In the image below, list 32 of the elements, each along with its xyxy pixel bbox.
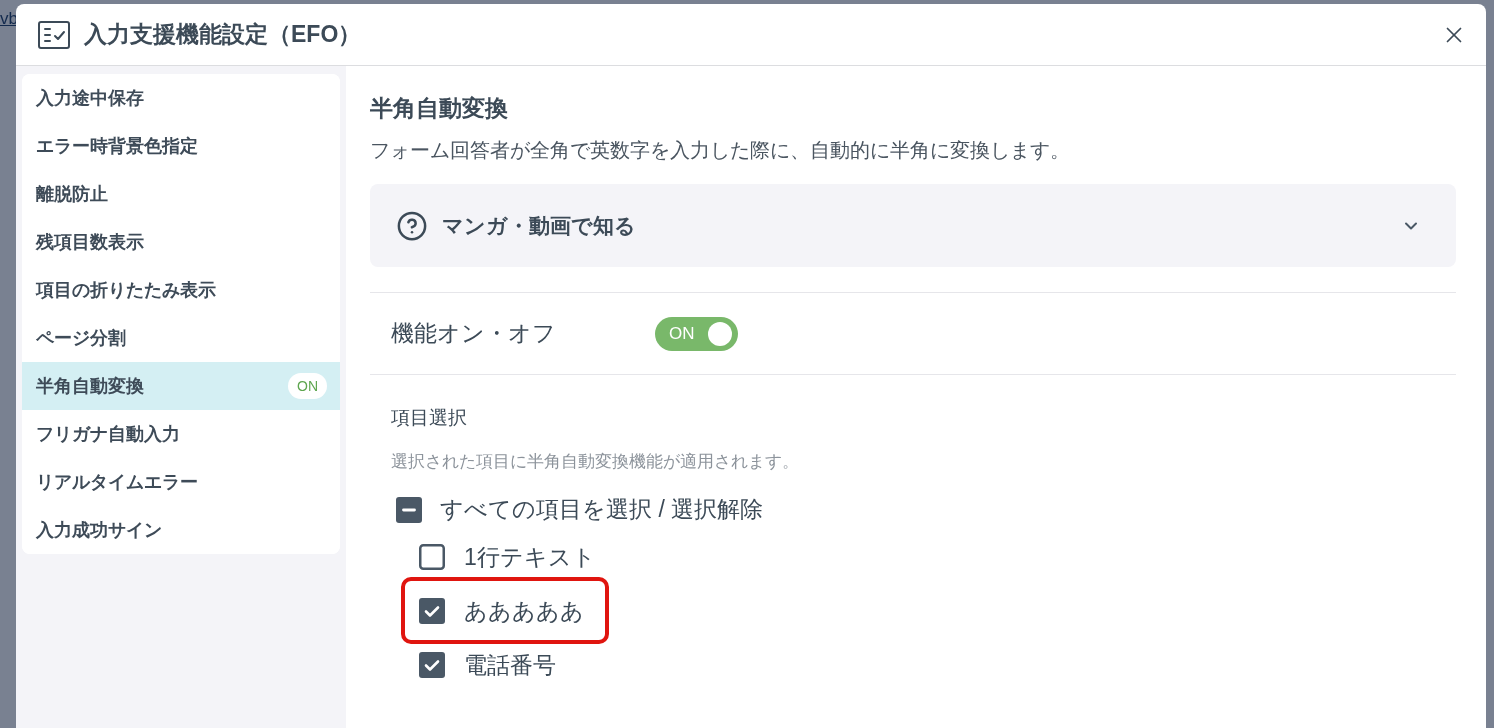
- section-hint: 選択された項目に半角自動変換機能が適用されます。: [391, 451, 800, 473]
- checkbox[interactable]: [419, 544, 445, 570]
- sidebar-item-label: 半角自動変換: [36, 374, 144, 398]
- feature-title: 半角自動変換: [370, 94, 509, 123]
- checkbox-label: あああああ: [464, 596, 584, 626]
- section-title: 項目選択: [391, 406, 468, 430]
- checkbox-label: すべての項目を選択 / 選択解除: [440, 495, 764, 525]
- sidebar-item-label: 入力成功サイン: [36, 518, 162, 542]
- sidebar-item-label: 離脱防止: [36, 182, 108, 206]
- checklist-icon: [38, 20, 70, 49]
- sidebar-item-label: 残項目数表示: [36, 230, 144, 254]
- status-badge: ON: [288, 373, 327, 399]
- checkbox[interactable]: [396, 496, 422, 523]
- toggle-state-text: ON: [668, 322, 696, 345]
- toggle-label: 機能オン・オフ: [391, 319, 557, 349]
- help-circle-icon: [397, 210, 427, 241]
- checkbox[interactable]: [419, 652, 445, 678]
- sidebar-item-label: 項目の折りたたみ表示: [36, 278, 216, 302]
- sidebar-item-label: ページ分割: [36, 326, 126, 350]
- toggle-knob: [708, 321, 732, 346]
- checkbox-label: 電話番号: [464, 650, 556, 680]
- sidebar-item-label: エラー時背景色指定: [36, 134, 198, 158]
- sidebar-item-label: フリガナ自動入力: [36, 422, 180, 446]
- checkbox-label: 1行テキスト: [464, 542, 596, 572]
- accordion-label: マンガ・動画で知る: [442, 212, 636, 239]
- sidebar-item-label: 入力途中保存: [36, 86, 144, 110]
- sidebar-item-label: リアルタイムエラー: [36, 470, 198, 494]
- sidebar-item[interactable]: 半角自動変換 ON: [22, 362, 340, 410]
- checkbox[interactable]: [419, 598, 445, 624]
- dialog-title: 入力支援機能設定（EFO）: [84, 20, 362, 50]
- help-accordion[interactable]: マンガ・動画で知る: [370, 184, 1456, 267]
- feature-description: フォーム回答者が全角で英数字を入力した際に、自動的に半角に変換します。: [370, 138, 1071, 163]
